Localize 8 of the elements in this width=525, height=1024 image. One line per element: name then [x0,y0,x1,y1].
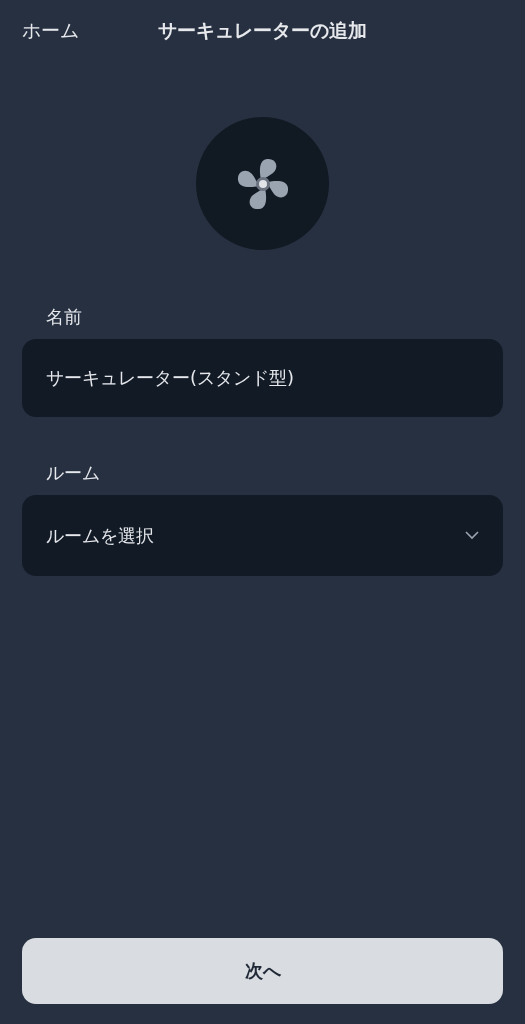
page-title: サーキュレーターの追加 [158,18,367,43]
chevron-down-icon [465,531,479,540]
room-select[interactable]: ルームを選択 [22,495,503,576]
field-label: 名前 [46,305,83,329]
next-button[interactable]: 次へ [22,938,503,1004]
name-field[interactable]: サーキュレーター(スタンド型) [22,339,503,417]
back-link[interactable]: ホーム [22,18,79,44]
field-label: ルーム [46,461,101,485]
